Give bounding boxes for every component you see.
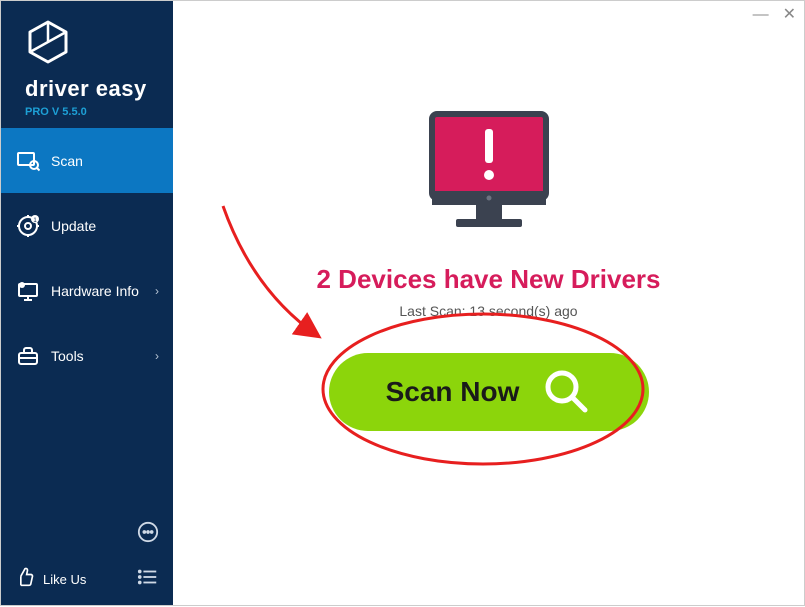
scan-icon — [15, 149, 41, 173]
alert-monitor-icon — [414, 111, 564, 246]
sidebar-nav: Scan 1 Update — [1, 128, 173, 521]
sidebar-item-hardware-info[interactable]: Hardware Info › — [1, 258, 173, 323]
chevron-right-icon: › — [155, 349, 159, 363]
gear-badge-icon: 1 — [15, 214, 41, 238]
feedback-icon[interactable] — [137, 521, 159, 548]
brand-name: driver easy — [25, 76, 173, 102]
sidebar-item-tools[interactable]: Tools › — [1, 323, 173, 388]
main-panel: — ✕ 2 Devices have New Drivers Last Scan… — [173, 1, 804, 605]
window-controls: — ✕ — [753, 7, 796, 23]
toolbox-icon — [15, 344, 41, 368]
minimize-button[interactable]: — — [753, 7, 769, 23]
sidebar-item-update[interactable]: 1 Update — [1, 193, 173, 258]
scan-now-button[interactable]: Scan Now — [329, 353, 649, 431]
status-headline: 2 Devices have New Drivers — [317, 264, 661, 295]
sidebar-item-label: Scan — [51, 153, 83, 169]
close-button[interactable]: ✕ — [783, 7, 796, 23]
magnifier-icon — [541, 366, 591, 419]
sidebar-bottom: Like Us — [1, 554, 173, 605]
sidebar-item-label: Update — [51, 218, 96, 234]
brand-block: driver easy PRO V 5.5.0 — [1, 1, 173, 128]
monitor-gear-icon — [15, 279, 41, 303]
app-window: driver easy PRO V 5.5.0 Scan — [0, 0, 805, 606]
like-us-button[interactable]: Like Us — [15, 567, 137, 592]
sidebar-item-scan[interactable]: Scan — [1, 128, 173, 193]
like-us-label: Like Us — [43, 572, 86, 587]
brand-version: PRO V 5.5.0 — [25, 106, 173, 118]
sidebar: driver easy PRO V 5.5.0 Scan — [1, 1, 173, 605]
chevron-right-icon: › — [155, 284, 159, 298]
sidebar-item-label: Tools — [51, 348, 84, 364]
menu-list-icon[interactable] — [137, 566, 159, 593]
thumbs-up-icon — [15, 567, 35, 592]
last-scan-text: Last Scan: 13 second(s) ago — [399, 303, 577, 319]
brand-logo-icon — [25, 19, 173, 70]
sidebar-item-label: Hardware Info — [51, 283, 139, 299]
scan-now-label: Scan Now — [386, 376, 520, 408]
